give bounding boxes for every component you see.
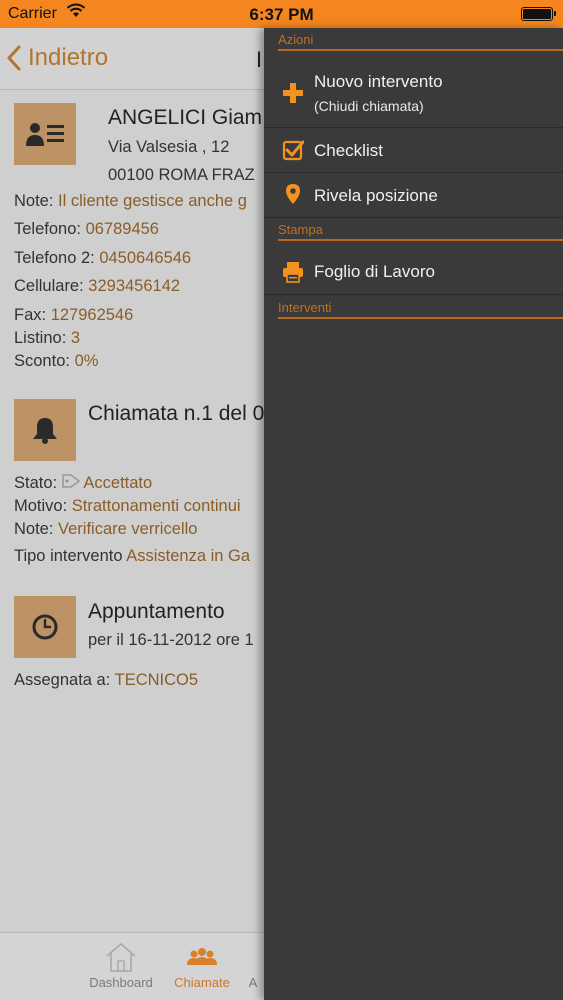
customer-name: ANGELICI Giam: [108, 106, 263, 129]
customer-note-row: Note: Il cliente gestisce anche g: [14, 192, 247, 211]
listino-value: 3: [70, 329, 81, 347]
motivo-label: Motivo:: [14, 497, 68, 515]
appointment-title: Appuntamento: [88, 600, 225, 623]
section-azioni-divider: [278, 49, 563, 51]
tag-icon: [62, 474, 84, 492]
reveal-position-button[interactable]: Rivela posizione: [264, 173, 563, 218]
motivo-value: Strattonamenti continui: [71, 497, 241, 515]
worksheet-label: Foglio di Lavoro: [314, 262, 435, 281]
sconto-row: Sconto: 0%: [14, 352, 98, 371]
call-note-value: Verificare verricello: [58, 520, 198, 538]
clock: 6:37 PM: [249, 5, 314, 24]
battery-icon: [521, 7, 556, 21]
call-note-label: Note:: [14, 520, 54, 538]
printer-icon: [283, 262, 303, 283]
clock-icon: [14, 596, 76, 658]
tab-chiamate-label: Chiamate: [174, 975, 230, 990]
section-azioni: Azioni: [278, 32, 314, 47]
section-interventi-divider: [278, 317, 563, 319]
tab-dashboard[interactable]: Dashboard: [76, 933, 166, 1000]
mobile-row: Cellulare: 3293456142: [14, 277, 180, 296]
phone2-row: Telefono 2: 0450646546: [14, 249, 191, 268]
page-title: I: [256, 47, 263, 72]
checkbox-checked-icon: [282, 140, 304, 161]
checklist-button[interactable]: Checklist: [264, 128, 563, 173]
type-value: Assistenza in Ga: [126, 547, 251, 565]
phone-row: Telefono: 06789456: [14, 220, 159, 239]
call-type-row: Tipo intervento Assistenza in Ga: [14, 547, 250, 566]
phone2-label: Telefono 2:: [14, 249, 95, 267]
assigned-label: Assegnata a:: [14, 671, 111, 689]
section-interventi: Interventi: [278, 300, 332, 315]
call-status-row: Stato: Accettato: [14, 474, 152, 493]
phone2-value[interactable]: 0450646546: [99, 249, 191, 267]
tab-third-label: A: [248, 975, 258, 990]
tab-dashboard-label: Dashboard: [89, 975, 153, 990]
sconto-label: Sconto:: [14, 352, 70, 370]
call-title: Chiamata n.1 del 0: [88, 402, 265, 425]
call-motivo-row: Motivo: Strattonamenti continui: [14, 497, 241, 516]
status-badge: Accettato: [83, 474, 153, 492]
phone-value[interactable]: 06789456: [86, 220, 159, 238]
customer-address: Via Valsesia , 12: [108, 138, 230, 156]
status-label: Stato:: [14, 474, 58, 492]
checklist-label: Checklist: [314, 141, 383, 160]
type-label: Tipo intervento: [14, 547, 123, 565]
appointment-date: per il 16-11-2012 ore 1: [88, 631, 254, 649]
new-intervention-button[interactable]: Nuovo intervento (Chiudi chiamata): [264, 58, 563, 128]
note-label: Note:: [14, 192, 54, 210]
bell-icon: [14, 399, 76, 461]
listino-row: Listino: 3: [14, 329, 80, 348]
phone-label: Telefono:: [14, 220, 81, 238]
status-bar: Carrier 6:37 PM: [0, 0, 563, 28]
call-note-row: Note: Verificare verricello: [14, 520, 197, 539]
fax-value: 127962546: [50, 306, 134, 324]
actions-side-panel: Azioni Nuovo intervento (Chiudi chiamata…: [264, 28, 563, 1000]
sconto-value: 0%: [74, 352, 99, 370]
back-label: Indietro: [28, 44, 109, 71]
mobile-value[interactable]: 3293456142: [88, 277, 180, 295]
map-pin-icon: [286, 184, 300, 204]
note-value: Il cliente gestisce anche g: [58, 192, 247, 210]
chevron-left-icon: [7, 45, 21, 71]
new-intervention-sublabel: (Chiudi chiamata): [314, 98, 424, 114]
contact-card-icon: [14, 103, 76, 165]
section-stampa: Stampa: [278, 222, 323, 237]
back-button[interactable]: Indietro: [6, 44, 108, 72]
mobile-label: Cellulare:: [14, 277, 84, 295]
fax-row: Fax: 127962546: [14, 306, 133, 325]
fax-label: Fax:: [14, 306, 47, 324]
new-intervention-label: Nuovo intervento: [314, 72, 443, 91]
reveal-position-label: Rivela posizione: [314, 186, 438, 205]
home-icon: [106, 942, 136, 972]
assigned-value: TECNICO5: [114, 671, 199, 689]
plus-icon: [283, 83, 303, 103]
customer-city: 00100 ROMA FRAZ: [108, 166, 255, 184]
group-icon: [187, 948, 217, 965]
worksheet-print-button[interactable]: Foglio di Lavoro: [264, 249, 563, 295]
listino-label: Listino:: [14, 329, 67, 347]
section-stampa-divider: [278, 239, 563, 241]
assigned-row: Assegnata a: TECNICO5: [14, 671, 198, 690]
tab-chiamate[interactable]: Chiamate: [157, 933, 247, 1000]
